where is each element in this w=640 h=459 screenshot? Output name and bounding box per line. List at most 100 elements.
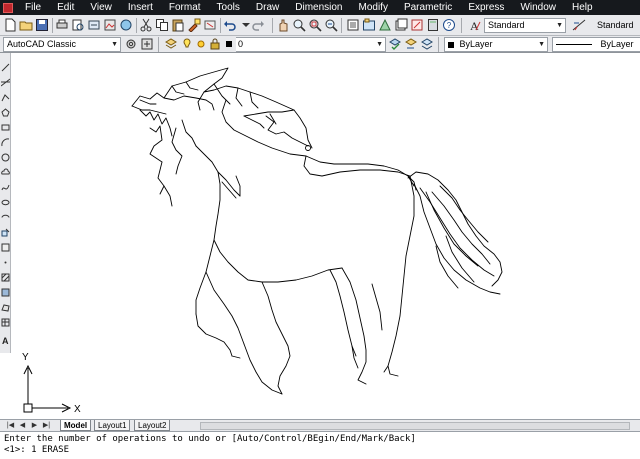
polygon-icon[interactable]: [1, 108, 10, 117]
print-icon[interactable]: [55, 18, 69, 32]
zoom-realtime-icon[interactable]: [292, 18, 306, 32]
help-icon[interactable]: ?: [442, 18, 456, 32]
menu-draw[interactable]: Draw: [256, 0, 279, 15]
construction-line-icon[interactable]: [0, 78, 11, 87]
menu-view[interactable]: View: [90, 0, 112, 15]
customize-icon[interactable]: [140, 37, 154, 51]
text-style-dropdown[interactable]: Standard ▼: [484, 18, 566, 33]
text-style-icon[interactable]: A: [467, 18, 481, 32]
color-control-dropdown[interactable]: ByLayer ▼: [444, 37, 548, 52]
line-icon[interactable]: [1, 63, 10, 72]
markup-icon[interactable]: [410, 18, 424, 32]
linetype-preview: [556, 44, 592, 46]
multiline-text-icon[interactable]: A: [1, 336, 10, 346]
linetype-control-dropdown[interactable]: ByLayer: [552, 37, 640, 52]
menu-help[interactable]: Help: [572, 0, 593, 15]
menu-format[interactable]: Format: [169, 0, 201, 15]
horse-sketch-drawing: Y X: [22, 67, 503, 415]
layer-lock-icon[interactable]: [208, 37, 222, 51]
layer-on-icon[interactable]: [180, 37, 194, 51]
table-icon[interactable]: [1, 318, 10, 327]
dim-style-value[interactable]: Standard: [597, 18, 634, 33]
hatch-icon[interactable]: [1, 273, 10, 282]
make-block-icon[interactable]: [1, 243, 10, 252]
menu-tools[interactable]: Tools: [217, 0, 240, 15]
calculator-icon[interactable]: [426, 18, 440, 32]
chevron-down-icon: ▼: [111, 41, 118, 48]
menu-modify[interactable]: Modify: [359, 0, 388, 15]
layer-previous-icon[interactable]: [404, 37, 418, 51]
arc-icon[interactable]: [1, 138, 10, 147]
tab-layout1[interactable]: Layout1: [94, 420, 131, 431]
workspace-settings-icon[interactable]: [124, 37, 138, 51]
polyline-icon[interactable]: [1, 93, 10, 102]
autocad-logo-icon[interactable]: [3, 2, 13, 13]
spline-icon[interactable]: [1, 183, 10, 192]
drawing-canvas[interactable]: Y X: [11, 53, 640, 419]
command-line[interactable]: Enter the number of operations to undo o…: [0, 431, 640, 459]
plot-icon[interactable]: [103, 18, 117, 32]
layer-color-swatch-icon: [222, 37, 236, 51]
dim-style-icon[interactable]: [572, 18, 586, 32]
redo-icon[interactable]: [251, 18, 265, 32]
layer-dropdown[interactable]: 0 ▼: [236, 37, 386, 52]
ellipse-icon[interactable]: [1, 198, 10, 207]
command-history-line: <1>: 1 ERASE: [4, 445, 70, 455]
make-current-icon[interactable]: [388, 37, 402, 51]
svg-text:A: A: [2, 336, 9, 345]
menu-bar: File Edit View Insert Format Tools Draw …: [0, 0, 640, 15]
menu-window[interactable]: Window: [520, 0, 556, 15]
menu-parametric[interactable]: Parametric: [404, 0, 452, 15]
web-publish-icon[interactable]: [119, 18, 133, 32]
menu-insert[interactable]: Insert: [128, 0, 153, 15]
layer-state-icon[interactable]: [420, 37, 434, 51]
gradient-icon[interactable]: [1, 288, 10, 297]
color-control-value: ByLayer: [459, 39, 493, 49]
tab-layout2[interactable]: Layout2: [134, 420, 171, 431]
insert-block-icon[interactable]: [1, 228, 10, 237]
workspace-dropdown[interactable]: AutoCAD Classic ▼: [3, 37, 121, 52]
zoom-previous-icon[interactable]: [324, 18, 338, 32]
previous-tab-icon[interactable]: ◀: [18, 421, 27, 430]
layout-tab-bar: |◀ ◀ ▶ ▶| Model Layout1 Layout2: [0, 419, 640, 431]
copy-icon[interactable]: [155, 18, 169, 32]
menu-express[interactable]: Express: [468, 0, 504, 15]
publish-icon[interactable]: [87, 18, 101, 32]
match-properties-icon[interactable]: [187, 18, 201, 32]
pan-icon[interactable]: [276, 18, 290, 32]
design-center-icon[interactable]: [362, 18, 376, 32]
layer-manager-icon[interactable]: [164, 37, 178, 51]
new-icon[interactable]: [3, 18, 17, 32]
tool-palettes-icon[interactable]: [378, 18, 392, 32]
standard-toolbar: ? A Standard ▼ Standard: [0, 15, 640, 36]
menu-edit[interactable]: Edit: [57, 0, 74, 15]
next-tab-icon[interactable]: ▶: [30, 421, 39, 430]
block-editor-icon[interactable]: [203, 18, 217, 32]
paste-icon[interactable]: [171, 18, 185, 32]
menu-dimension[interactable]: Dimension: [295, 0, 342, 15]
command-prompt-line: Enter the number of operations to undo o…: [4, 434, 416, 444]
svg-text:?: ?: [447, 21, 452, 30]
layer-thaw-icon[interactable]: [194, 37, 208, 51]
point-icon[interactable]: [1, 258, 10, 267]
zoom-window-icon[interactable]: [308, 18, 322, 32]
horizontal-scrollbar[interactable]: [200, 422, 630, 430]
ellipse-arc-icon[interactable]: [1, 213, 10, 222]
cut-icon[interactable]: [139, 18, 153, 32]
last-tab-icon[interactable]: ▶|: [42, 421, 51, 430]
revision-cloud-icon[interactable]: [1, 168, 10, 177]
first-tab-icon[interactable]: |◀: [6, 421, 15, 430]
region-icon[interactable]: [1, 303, 10, 312]
menu-file[interactable]: File: [25, 0, 41, 15]
print-preview-icon[interactable]: [71, 18, 85, 32]
circle-icon[interactable]: [1, 153, 10, 162]
sheet-set-icon[interactable]: [394, 18, 408, 32]
save-icon[interactable]: [35, 18, 49, 32]
chevron-down-icon: ▼: [376, 41, 383, 48]
properties-icon[interactable]: [346, 18, 360, 32]
undo-icon[interactable]: [223, 18, 237, 32]
rectangle-icon[interactable]: [1, 123, 10, 132]
tab-model[interactable]: Model: [60, 420, 92, 431]
open-icon[interactable]: [19, 18, 33, 32]
svg-text:A: A: [470, 19, 479, 32]
